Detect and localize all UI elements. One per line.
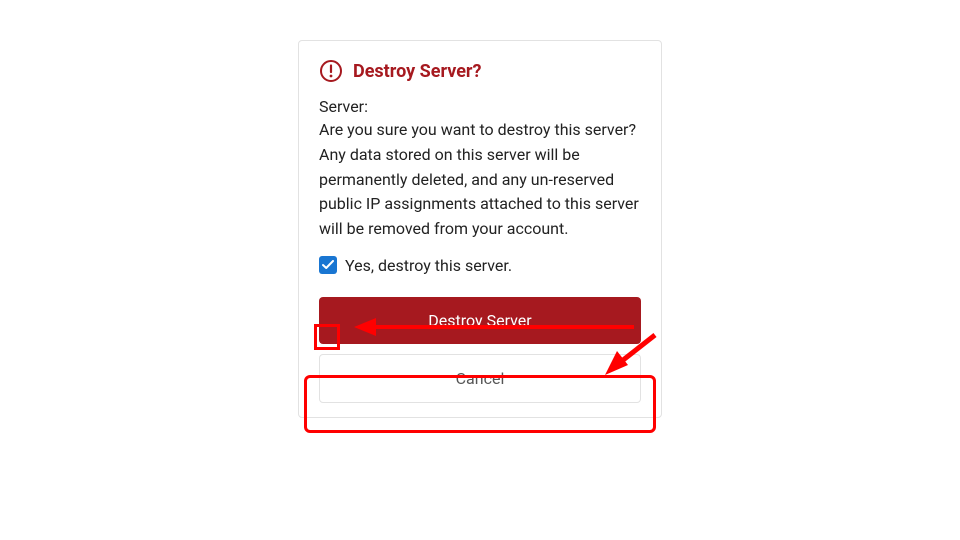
dialog-body-text: Are you sure you want to destroy this se… xyxy=(319,118,641,242)
confirm-checkbox-label[interactable]: Yes, destroy this server. xyxy=(345,256,512,275)
destroy-server-button[interactable]: Destroy Server xyxy=(319,297,641,344)
dialog-title: Destroy Server? xyxy=(353,61,481,82)
confirm-checkbox[interactable] xyxy=(319,256,337,274)
dialog-header: Destroy Server? xyxy=(319,59,641,83)
alert-circle-icon xyxy=(319,59,343,83)
cancel-button[interactable]: Cancel xyxy=(319,354,641,403)
destroy-server-dialog: Destroy Server? Server: Are you sure you… xyxy=(298,40,662,418)
server-label: Server: xyxy=(319,97,641,116)
confirm-row: Yes, destroy this server. xyxy=(319,256,641,275)
